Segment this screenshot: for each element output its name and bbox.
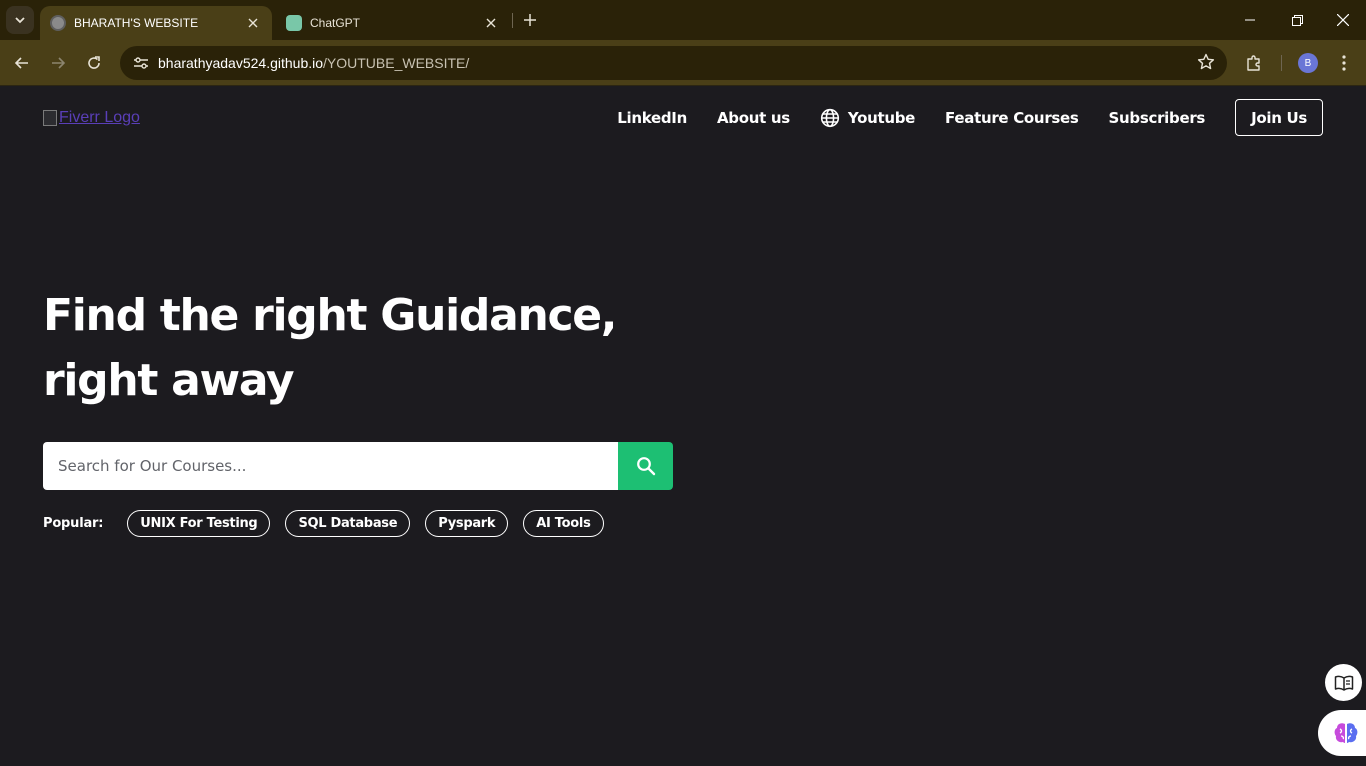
logo-alt-text: Fiverr Logo: [59, 109, 140, 126]
close-icon[interactable]: [244, 14, 262, 32]
minimize-icon: [1245, 19, 1255, 21]
popular-tag-sql[interactable]: SQL Database: [285, 510, 411, 537]
url-path: /YOUTUBE_WEBSITE/: [323, 55, 470, 71]
tab-divider: [512, 13, 513, 28]
profile-avatar[interactable]: B: [1298, 53, 1318, 73]
nav-feature-courses[interactable]: Feature Courses: [945, 109, 1079, 127]
close-icon[interactable]: [482, 14, 500, 32]
restore-icon: [1291, 14, 1303, 26]
globe-icon: [820, 108, 840, 128]
toolbar-divider: [1281, 55, 1282, 71]
book-icon: [1334, 675, 1353, 691]
arrow-left-icon: [14, 57, 28, 69]
browser-tab-strip: BHARATH'S WEBSITE ChatGPT: [0, 0, 1366, 40]
main-nav: LinkedIn About us Youtube Feature Course…: [587, 99, 1323, 136]
tab-title: BHARATH'S WEBSITE: [74, 16, 199, 30]
site-favicon-icon: [50, 15, 66, 31]
hero-title-line-2: right away: [43, 355, 295, 406]
popular-tags: Popular: UNIX For Testing SQL Database P…: [43, 510, 619, 537]
course-search: [43, 442, 673, 490]
nav-subscribers[interactable]: Subscribers: [1109, 109, 1206, 127]
tab-search-button[interactable]: [6, 6, 34, 34]
tab-title: ChatGPT: [310, 16, 361, 30]
extensions-button[interactable]: [1240, 49, 1268, 77]
popular-tag-unix[interactable]: UNIX For Testing: [127, 510, 271, 537]
search-input[interactable]: [43, 442, 618, 490]
bookmark-star-icon[interactable]: [1197, 53, 1215, 75]
site-settings-icon[interactable]: [126, 56, 156, 70]
restore-button[interactable]: [1283, 6, 1311, 34]
join-us-button[interactable]: Join Us: [1235, 99, 1323, 136]
back-button[interactable]: [8, 49, 36, 77]
puzzle-icon: [1247, 55, 1260, 71]
nav-about-us[interactable]: About us: [717, 109, 790, 127]
nav-linkedin[interactable]: LinkedIn: [617, 109, 687, 127]
ai-assistant-button[interactable]: [1318, 710, 1366, 756]
new-tab-button[interactable]: [518, 8, 542, 32]
popular-tag-ai-tools[interactable]: AI Tools: [523, 510, 604, 537]
close-icon: [1337, 14, 1349, 26]
address-bar[interactable]: bharathyadav524.github.io/YOUTUBE_WEBSIT…: [120, 46, 1227, 80]
reload-icon: [88, 56, 100, 69]
hero-title: Find the right Guidance, right away: [43, 283, 683, 413]
browser-menu-button[interactable]: [1330, 49, 1358, 77]
nav-youtube[interactable]: Youtube: [820, 108, 915, 128]
minimize-button[interactable]: [1236, 6, 1264, 34]
browser-tab-chatgpt[interactable]: ChatGPT: [276, 6, 510, 40]
chevron-down-icon: [15, 17, 25, 24]
close-window-button[interactable]: [1329, 6, 1357, 34]
arrow-right-icon: [52, 57, 66, 69]
popular-label: Popular:: [43, 516, 104, 531]
page-content: Fiverr Logo LinkedIn About us Youtube Fe…: [0, 87, 1366, 766]
brain-icon: [1334, 723, 1358, 743]
forward-button[interactable]: [44, 49, 72, 77]
url-domain: bharathyadav524.github.io: [158, 55, 324, 71]
browser-tab-active[interactable]: BHARATH'S WEBSITE: [40, 6, 272, 40]
broken-image-icon: [43, 110, 57, 126]
site-logo[interactable]: Fiverr Logo: [43, 109, 140, 127]
reload-button[interactable]: [80, 49, 108, 77]
browser-toolbar: bharathyadav524.github.io/YOUTUBE_WEBSIT…: [0, 40, 1366, 86]
plus-icon: [524, 14, 536, 26]
reading-mode-button[interactable]: [1325, 664, 1362, 701]
hero-title-line-1: Find the right Guidance,: [43, 290, 618, 341]
url-text: bharathyadav524.github.io/YOUTUBE_WEBSIT…: [158, 55, 469, 71]
popular-tag-pyspark[interactable]: Pyspark: [425, 510, 509, 537]
kebab-menu-icon: [1342, 55, 1346, 71]
search-icon: [636, 457, 655, 476]
search-button[interactable]: [618, 442, 673, 490]
chatgpt-favicon-icon: [286, 15, 302, 31]
nav-youtube-label: Youtube: [847, 108, 916, 127]
